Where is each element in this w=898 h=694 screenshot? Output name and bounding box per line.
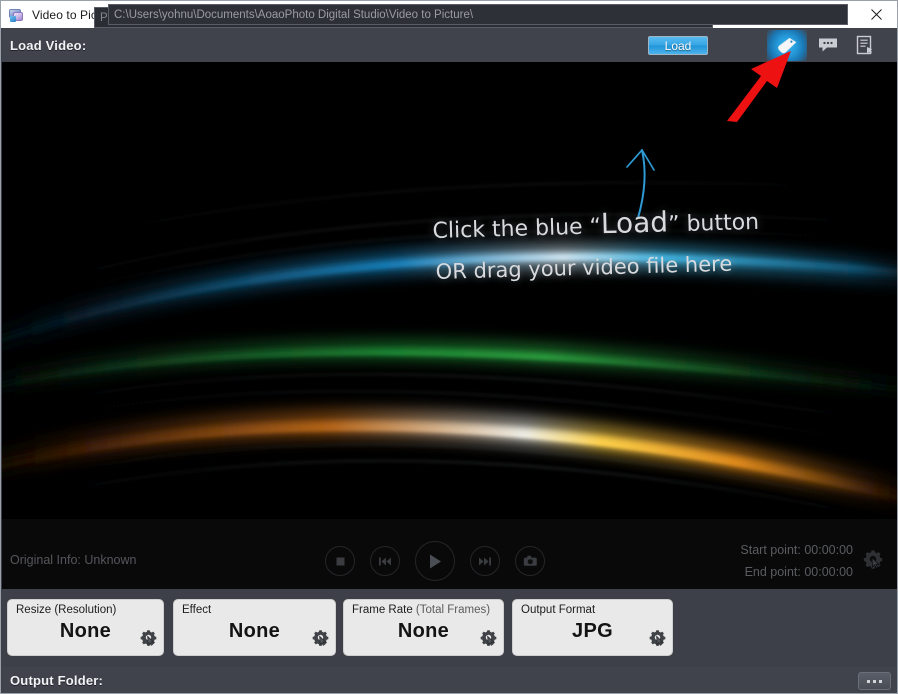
option-effect[interactable]: Effect None [173, 599, 336, 656]
original-info-label: Original Info: Unknown [10, 553, 137, 567]
load-button-label: Load [664, 38, 692, 53]
drop-hint-text: Click the blue “Load” button OR drag you… [432, 201, 774, 291]
drop-hint-line1-pre: Click the blue “ [432, 214, 602, 244]
video-preview-area[interactable]: Click the blue “Load” button OR drag you… [2, 62, 897, 519]
play-button[interactable] [415, 541, 455, 581]
close-button[interactable] [853, 1, 897, 28]
gear-cursor-icon [140, 629, 157, 651]
output-folder-bar: Output Folder: [2, 667, 897, 693]
output-folder-path: C:\Users\yohnu\Documents\AoaoPhoto Digit… [114, 8, 474, 21]
end-point-label: End point: 00:00:00 [744, 565, 853, 579]
load-button[interactable]: Load [648, 36, 708, 55]
output-folder-input[interactable]: C:\Users\yohnu\Documents\AoaoPhoto Digit… [108, 4, 848, 25]
option-frame-rate-label: Frame Rate [352, 604, 416, 616]
browse-folder-button[interactable] [858, 672, 891, 690]
gear-cursor-icon[interactable] [863, 549, 883, 574]
document-icon[interactable] [846, 31, 884, 59]
comment-icon[interactable] [809, 31, 847, 59]
red-pointer-arrow [727, 51, 791, 122]
option-effect-value: None [228, 620, 281, 642]
option-effect-label: Effect [182, 604, 212, 616]
snapshot-button[interactable] [515, 546, 545, 576]
trim-points: Start point: 00:00:00 End point: 00:00:0… [740, 539, 853, 583]
option-resize[interactable]: Resize (Resolution) None [7, 599, 164, 656]
start-point-label: Start point: 00:00:00 [740, 543, 853, 557]
output-folder-label: Output Folder: [10, 673, 104, 688]
previous-button[interactable] [370, 546, 400, 576]
next-button[interactable] [470, 546, 500, 576]
stop-button[interactable] [325, 546, 355, 576]
option-frame-rate[interactable]: Frame Rate (Total Frames) None [343, 599, 504, 656]
application-window: Video to Picture - Unregistered Load Vid… [0, 0, 898, 694]
options-row: Resize (Resolution) None Effect None Fra… [1, 589, 897, 667]
drop-hint-line1-post: ” button [667, 209, 760, 238]
option-resize-label: Resize (Resolution) [16, 604, 117, 616]
playback-controls [325, 541, 545, 581]
gear-cursor-icon [649, 629, 666, 651]
app-icon [8, 7, 24, 23]
option-frame-rate-label-dim: (Total Frames) [415, 604, 491, 616]
option-output-format-label: Output Format [521, 604, 596, 616]
option-output-format[interactable]: Output Format JPG [512, 599, 673, 656]
load-video-label: Load Video: [10, 37, 87, 53]
gear-cursor-icon [312, 629, 329, 651]
drop-hint-line1-emphasis: Load [600, 205, 669, 241]
gear-cursor-icon [480, 629, 497, 651]
